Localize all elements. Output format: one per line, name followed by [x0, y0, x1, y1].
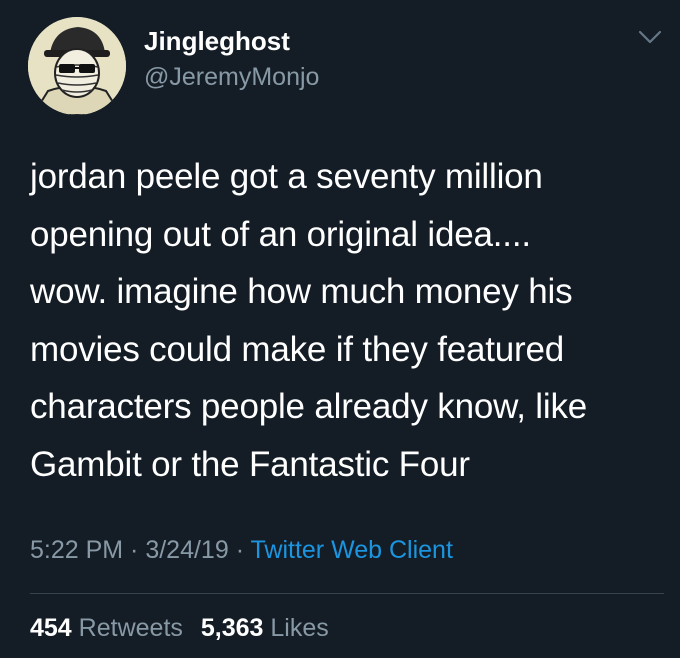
meta-separator: ·: [228, 536, 251, 564]
tweet-date[interactable]: 3/24/19: [145, 536, 228, 564]
likes-count: 5,363: [200, 614, 264, 642]
masked-character-avatar-icon: [28, 17, 126, 115]
tweet-meta: 5:22 PM · 3/24/19 · Twitter Web Client: [30, 536, 453, 565]
tweet-text: jordan peele got a seventy million openi…: [30, 148, 660, 493]
chevron-down-icon[interactable]: [636, 26, 664, 48]
user-handle[interactable]: @JeremyMonjo: [144, 63, 319, 92]
retweets-count: 454: [30, 614, 72, 642]
divider: [30, 593, 664, 594]
tweet-text-line: characters people already know, like: [30, 387, 588, 426]
tweet-stats: 454 Retweets 5,363 Likes: [30, 614, 347, 643]
likes-label: Likes: [270, 614, 329, 642]
retweets-label: Retweets: [78, 614, 183, 642]
tweet-source-link[interactable]: Twitter Web Client: [251, 536, 453, 564]
tweet-text-line: Gambit or the Fantastic Four: [30, 444, 470, 484]
likes-stat[interactable]: 5,363 Likes: [201, 614, 329, 642]
tweet-text-line: movies could make if they featured: [30, 329, 565, 369]
tweet-text-line: wow. imagine how much money his: [30, 272, 573, 311]
tweet-text-line: jordan peele got a seventy million: [30, 157, 543, 196]
tweet-card: Jingleghost @JeremyMonjo jordan peele go…: [0, 0, 680, 658]
retweets-stat[interactable]: 454 Retweets: [30, 614, 183, 642]
tweet-text-line: opening out of an original idea....: [30, 214, 531, 254]
avatar[interactable]: [28, 17, 126, 115]
tweet-time[interactable]: 5:22 PM: [30, 536, 123, 564]
meta-separator: ·: [123, 536, 146, 564]
display-name[interactable]: Jingleghost: [144, 26, 290, 57]
